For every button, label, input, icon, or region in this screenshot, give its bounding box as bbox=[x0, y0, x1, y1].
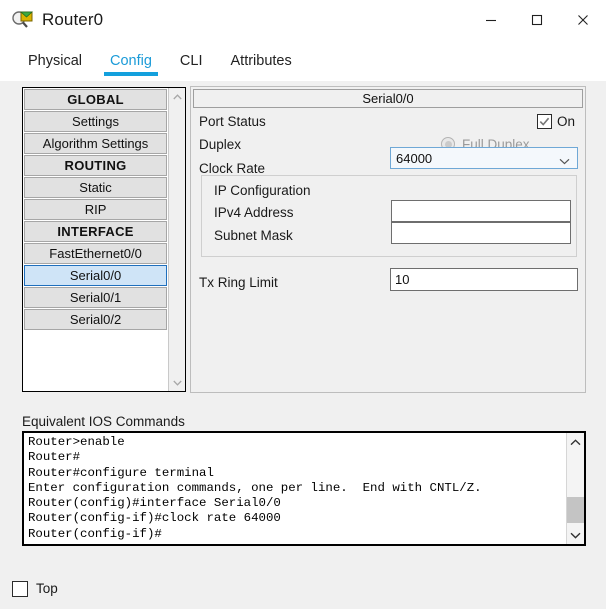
panel-title: Serial0/0 bbox=[193, 89, 583, 108]
ios-command-line: Router# bbox=[28, 450, 81, 465]
sidebar-item-serial0-1[interactable]: Serial0/1 bbox=[24, 287, 168, 308]
title-bar: Router0 bbox=[0, 0, 606, 40]
ipv4-address-input[interactable] bbox=[391, 200, 571, 222]
chevron-down-icon[interactable] bbox=[567, 526, 584, 544]
tx-ring-limit-input[interactable]: 10 bbox=[390, 268, 578, 291]
duplex-label: Duplex bbox=[199, 136, 242, 152]
tab-cli[interactable]: CLI bbox=[166, 40, 217, 81]
top-checkbox[interactable] bbox=[12, 580, 28, 597]
check-icon bbox=[539, 117, 550, 126]
ios-commands-scrollbar[interactable] bbox=[566, 433, 584, 544]
port-status-row: Port Status On bbox=[191, 110, 585, 133]
router-config-window: Router0 Physical Config CLI Attributes GLOB… bbox=[0, 0, 606, 609]
maximize-button[interactable] bbox=[514, 0, 560, 40]
ipv4-address-label: IPv4 Address bbox=[214, 205, 294, 220]
ios-command-line: Router(config-if)# bbox=[28, 526, 162, 541]
port-status-state: On bbox=[556, 114, 575, 129]
tab-attributes[interactable]: Attributes bbox=[217, 40, 306, 81]
window-controls bbox=[468, 0, 606, 40]
sidebar-item-global: GLOBAL bbox=[24, 89, 168, 110]
port-status-label: Port Status bbox=[199, 114, 266, 129]
sidebar-item-serial0-0[interactable]: Serial0/0 bbox=[24, 265, 168, 286]
tab-strip: Physical Config CLI Attributes bbox=[0, 40, 606, 82]
port-status-checkbox[interactable] bbox=[536, 114, 552, 129]
ios-commands-text[interactable]: Router>enable Router# Router#configure ter… bbox=[24, 433, 566, 544]
port-status-control[interactable]: On bbox=[536, 114, 575, 129]
subnet-mask-input[interactable] bbox=[391, 222, 571, 244]
ios-command-line: Enter configuration commands, one per li… bbox=[28, 480, 482, 495]
ip-configuration-title: IP Configuration bbox=[214, 183, 311, 198]
sidebar-item-routing: ROUTING bbox=[24, 155, 168, 176]
minimize-button[interactable] bbox=[468, 0, 514, 40]
content-area: GLOBAL Settings Algorithm Settings ROUTING S… bbox=[0, 81, 606, 609]
tab-physical[interactable]: Physical bbox=[14, 40, 96, 81]
sidebar-item-serial0-2[interactable]: Serial0/2 bbox=[24, 309, 168, 330]
sidebar-item-rip[interactable]: RIP bbox=[24, 199, 168, 220]
clock-rate-dropdown[interactable]: 64000 bbox=[390, 147, 578, 169]
chevron-down-icon[interactable] bbox=[169, 374, 185, 391]
sidebar-item-fastethernet0-0[interactable]: FastEthernet0/0 bbox=[24, 243, 168, 264]
ios-commands-box: Router>enable Router# Router#configure ter… bbox=[22, 431, 586, 546]
ios-commands-label: Equivalent IOS Commands bbox=[22, 414, 185, 429]
close-button[interactable] bbox=[560, 0, 606, 40]
ios-command-line: Router(config-if)#clock rate 64000 bbox=[28, 511, 281, 526]
tab-config[interactable]: Config bbox=[96, 40, 166, 81]
sidebar-item-static[interactable]: Static bbox=[24, 177, 168, 198]
subnet-mask-label: Subnet Mask bbox=[214, 228, 293, 243]
sidebar: GLOBAL Settings Algorithm Settings ROUTING S… bbox=[22, 87, 186, 392]
ip-configuration-group: IP Configuration IPv4 Address Subnet Mas… bbox=[201, 175, 577, 257]
window-title: Router0 bbox=[42, 10, 104, 29]
chevron-up-icon[interactable] bbox=[567, 433, 584, 451]
sidebar-item-interface: INTERFACE bbox=[24, 221, 168, 242]
chevron-up-icon[interactable] bbox=[169, 88, 185, 105]
inspect-router-icon bbox=[12, 9, 34, 31]
sidebar-scrollbar[interactable] bbox=[168, 88, 185, 391]
ios-command-line: Router#configure terminal bbox=[28, 465, 214, 480]
clock-rate-label: Clock Rate bbox=[199, 160, 266, 176]
clock-rate-value: 64000 bbox=[396, 150, 433, 166]
ios-command-line: Router>enable bbox=[28, 435, 125, 449]
sidebar-item-algorithm-settings[interactable]: Algorithm Settings bbox=[24, 133, 168, 154]
top-checkbox-control[interactable]: Top bbox=[12, 580, 58, 597]
top-checkbox-label: Top bbox=[36, 581, 58, 596]
ios-command-line: Router(config)#interface Serial0/0 bbox=[28, 496, 281, 511]
bottom-bar: Top bbox=[0, 568, 606, 609]
sidebar-item-list: GLOBAL Settings Algorithm Settings ROUTING S… bbox=[23, 88, 169, 391]
chevron-down-icon[interactable] bbox=[559, 153, 570, 168]
interface-config-panel: Serial0/0 Port Status On Duplex Full Dup… bbox=[190, 86, 586, 393]
tx-ring-limit-label: Tx Ring Limit bbox=[199, 275, 278, 290]
tab-list: Physical Config CLI Attributes bbox=[0, 40, 606, 81]
sidebar-item-settings[interactable]: Settings bbox=[24, 111, 168, 132]
scrollbar-thumb[interactable] bbox=[567, 497, 584, 523]
